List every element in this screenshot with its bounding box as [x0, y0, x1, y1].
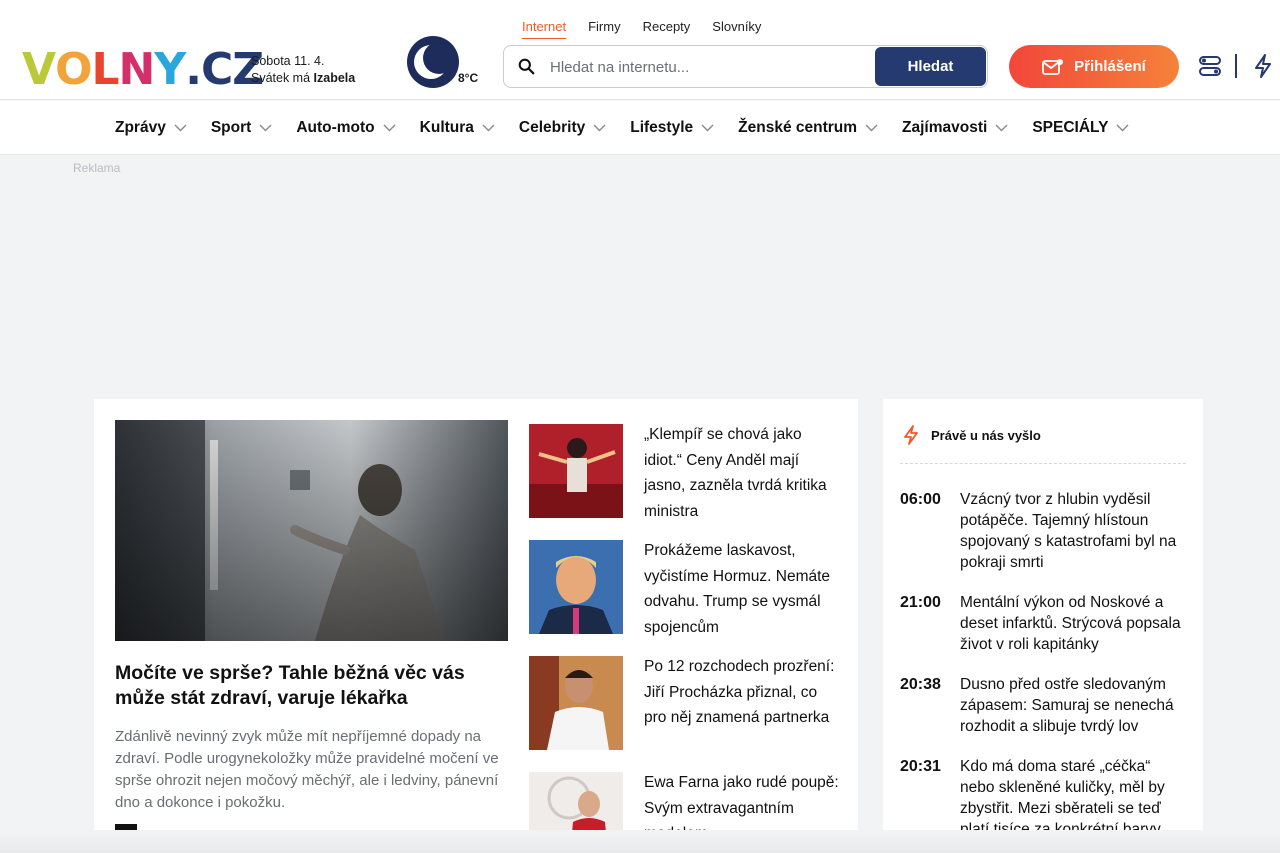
hero-image[interactable]: [115, 420, 508, 641]
lightning-icon: [904, 425, 918, 445]
feed-list: 06:00 Vzácný tvor z hlubin vyděsil potápě…: [900, 489, 1190, 853]
site-header: VOLNY.CZ Sobota 11. 4. Svátek má Izabela…: [0, 0, 1280, 100]
settings-toggle-icon[interactable]: [1198, 54, 1222, 78]
feed-time: 06:00: [900, 491, 941, 508]
chevron-down-icon: [593, 124, 606, 132]
logo-letter: N: [118, 44, 156, 95]
feed-title[interactable]: Vzácný tvor z hlubin vyděsil potápěče. T…: [960, 489, 1188, 573]
logo-letter: V: [22, 44, 56, 95]
search-box: Hledat: [503, 45, 988, 88]
main-navigation: Zprávy Sport Auto-moto Kultura Celebrity Life…: [0, 101, 1280, 155]
feed-divider: [900, 463, 1186, 464]
side-article[interactable]: „Klempíř se chová jako idiot.“ Ceny Andě…: [529, 424, 839, 540]
chevron-down-icon: [995, 124, 1008, 132]
side-article[interactable]: Prokážeme laskavost, vyčistíme Hormuz. N…: [529, 540, 839, 656]
chevron-down-icon: [383, 124, 396, 132]
hero-perex: Zdánlivě nevinný zvyk může mít nepříjemn…: [115, 728, 499, 811]
chevron-down-icon: [174, 124, 187, 132]
main-nav-label: Zajímavosti: [902, 119, 988, 136]
main-nav-label: SPECIÁLY: [1032, 119, 1109, 136]
main-nav-item[interactable]: SPECIÁLY: [1032, 119, 1129, 137]
main-nav-label: Zprávy: [115, 119, 166, 136]
main-nav-label: Ženské centrum: [738, 119, 858, 136]
feed-time: 20:38: [900, 676, 941, 693]
chevron-down-icon: [482, 124, 495, 132]
feed-heading: Právě u nás vyšlo: [903, 425, 1041, 445]
shower-photo-illustration: [115, 420, 508, 641]
login-button[interactable]: Přihlášení: [1009, 45, 1179, 88]
feed-item[interactable]: 20:31 Kdo má doma staré „céčka“ nebo skle…: [900, 756, 1190, 840]
top-stories-card: Močíte ve sprše? Tahle běžná věc vás můž…: [94, 399, 858, 853]
logo-letter: Y: [154, 44, 186, 95]
latest-feed-card: Právě u nás vyšlo 06:00 Vzácný tvor z hlu…: [883, 399, 1203, 853]
ad-label: Reklama: [73, 161, 121, 175]
side-articles: „Klempíř se chová jako idiot.“ Ceny Andě…: [529, 424, 839, 853]
side-article-thumbnail[interactable]: [529, 424, 623, 518]
side-article-thumbnail[interactable]: [529, 656, 623, 750]
logo-letter: O: [55, 44, 92, 95]
feed-item[interactable]: 20:38 Dusno před ostře sledovaným zápasem…: [900, 674, 1190, 737]
date-block: Sobota 11. 4. Svátek má Izabela: [251, 53, 355, 87]
logo-letter: C: [200, 44, 233, 95]
chevron-down-icon: [1116, 124, 1129, 132]
search-icon: [518, 58, 535, 75]
logo-letter: L: [91, 44, 119, 95]
scope-link-recepty[interactable]: Recepty: [643, 19, 691, 39]
main-nav-item[interactable]: Lifestyle: [630, 119, 714, 137]
feed-heading-label: Právě u nás vyšlo: [931, 427, 1041, 443]
header-divider: [1235, 54, 1237, 78]
chevron-down-icon: [259, 124, 272, 132]
chevron-down-icon: [701, 124, 714, 132]
main-nav-label: Sport: [210, 119, 252, 136]
main-nav-item[interactable]: Sport: [211, 119, 272, 137]
chevron-down-icon: [865, 124, 878, 132]
search-button[interactable]: Hledat: [875, 47, 986, 86]
feed-title[interactable]: Mentální výkon od Noskové a deset infark…: [960, 592, 1188, 655]
side-article-title[interactable]: „Klempíř se chová jako idiot.“ Ceny Andě…: [644, 422, 839, 524]
feed-time: 21:00: [900, 594, 941, 611]
main-nav-label: Kultura: [419, 119, 474, 136]
feed-title[interactable]: Kdo má doma staré „céčka“ nebo skleněné …: [960, 756, 1188, 840]
side-article-thumbnail[interactable]: [529, 540, 623, 634]
site-logo[interactable]: VOLNY.CZ: [22, 44, 264, 95]
scope-link-slovníky[interactable]: Slovníky: [712, 19, 761, 39]
hero-title[interactable]: Močíte ve sprše? Tahle běžná věc vás můž…: [115, 661, 495, 711]
login-label: Přihlášení: [1074, 58, 1146, 75]
main-nav-label: Celebrity: [518, 119, 586, 136]
lightning-icon[interactable]: [1254, 54, 1272, 78]
scope-link-internet[interactable]: Internet: [522, 19, 567, 39]
main-nav-item[interactable]: Zprávy: [115, 119, 187, 137]
side-article-title[interactable]: Prokážeme laskavost, vyčistíme Hormuz. N…: [644, 538, 839, 640]
date-text: Sobota 11. 4.: [251, 54, 325, 68]
feed-time: 20:31: [900, 758, 941, 775]
side-article-title[interactable]: Po 12 rozchodech prozření: Jiří Procházk…: [644, 654, 839, 731]
main-nav-item[interactable]: Zajímavosti: [902, 119, 1008, 137]
temperature: 8°C: [458, 71, 479, 85]
feed-item[interactable]: 06:00 Vzácný tvor z hlubin vyděsil potápě…: [900, 489, 1190, 573]
main-nav-item[interactable]: Celebrity: [519, 119, 606, 137]
main-nav-item[interactable]: Kultura: [420, 119, 495, 137]
moon-icon: [407, 36, 459, 88]
main-nav-item[interactable]: Auto-moto: [296, 119, 396, 137]
side-article[interactable]: Po 12 rozchodech prozření: Jiří Procházk…: [529, 656, 839, 772]
search-input[interactable]: [550, 56, 870, 78]
mail-icon: [1042, 58, 1064, 75]
page-fold: [0, 830, 1280, 853]
search-scope-nav: Internet Firmy Recepty Slovníky: [522, 19, 761, 39]
feed-title[interactable]: Dusno před ostře sledovaným zápasem: Sam…: [960, 674, 1188, 737]
scope-link-firmy[interactable]: Firmy: [588, 19, 621, 39]
nameday-text: Svátek má Izabela: [251, 71, 356, 85]
weather-widget[interactable]: 8°C: [407, 36, 487, 88]
feed-item[interactable]: 21:00 Mentální výkon od Noskové a deset i…: [900, 592, 1190, 655]
main-nav-label: Auto-moto: [296, 119, 375, 136]
logo-letter: .: [185, 44, 202, 95]
main-nav-item[interactable]: Ženské centrum: [738, 119, 878, 137]
main-nav-label: Lifestyle: [630, 119, 694, 136]
nameday-name: Izabela: [313, 71, 356, 85]
